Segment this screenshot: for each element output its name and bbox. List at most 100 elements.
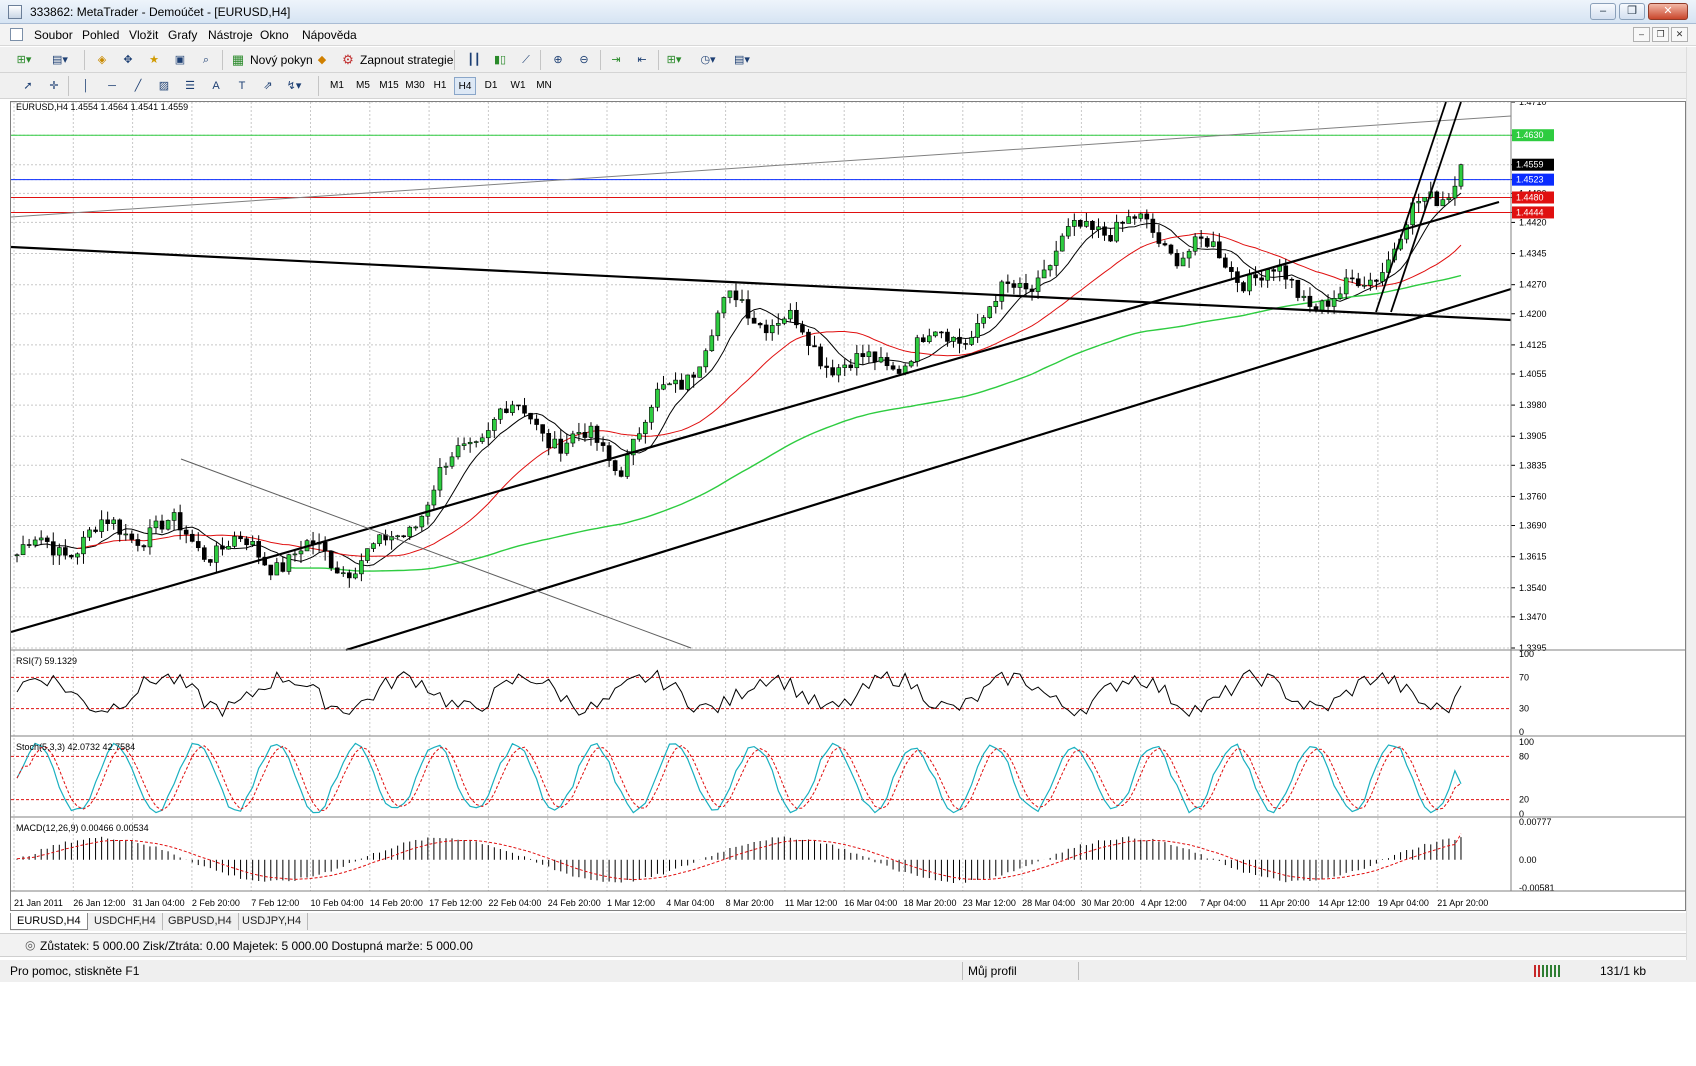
close-button[interactable]: ✕ — [1648, 3, 1688, 20]
bear-candle — [183, 529, 189, 535]
bull-candle — [1180, 257, 1186, 267]
bull-candle — [479, 437, 485, 442]
bull-candle — [1362, 284, 1367, 287]
bear-candle — [1174, 253, 1180, 267]
vertical-line-icon[interactable]: │ — [76, 76, 96, 96]
timeframe-m15[interactable]: M15 — [377, 77, 401, 95]
bear-candle — [800, 324, 805, 333]
bull-candle — [1247, 274, 1252, 292]
bear-candle — [1150, 218, 1156, 233]
price-tick-label: 1.3905 — [1519, 431, 1547, 441]
bull-candle — [1265, 269, 1270, 281]
bull-candle — [81, 536, 86, 555]
tab-usdjpy[interactable]: USDJPY,H4 — [236, 913, 309, 930]
bear-candle — [26, 544, 32, 546]
menu-soubor[interactable]: Soubor — [34, 28, 73, 42]
price-tick-label: 1.4055 — [1519, 369, 1547, 379]
trend-line-icon[interactable]: ╱ — [128, 76, 148, 96]
tab-eurusd[interactable]: EURUSD,H4 — [10, 913, 88, 930]
price-tick-label: 1.3760 — [1519, 491, 1547, 501]
timeframe-h4[interactable]: H4 — [454, 77, 476, 95]
bull-candle — [371, 543, 376, 549]
crosshair-icon[interactable]: ✛ — [44, 76, 64, 96]
chart-shift-icon[interactable]: ⇤ — [632, 50, 652, 70]
menu-nastroje[interactable]: Nástroje — [208, 28, 253, 42]
new-order-button[interactable]: ▦ Nový pokyn — [230, 50, 313, 70]
bar-chart-icon[interactable]: ┃┃ — [464, 50, 484, 70]
bear-candle — [256, 541, 261, 558]
bear-candle — [794, 309, 799, 326]
tester-icon[interactable]: ⌕ — [196, 50, 216, 70]
steep-channel-line — [1390, 102, 1462, 313]
text-label-icon[interactable]: T — [232, 76, 252, 96]
templates-icon[interactable]: ▤▾ — [732, 50, 752, 70]
line-chart-icon[interactable]: ⟋ — [516, 50, 536, 70]
market-watch-icon[interactable]: ◈ — [92, 50, 112, 70]
timeframe-m1[interactable]: M1 — [326, 77, 348, 95]
profiles-icon[interactable]: ▤▾ — [50, 50, 70, 70]
zoom-in-icon[interactable]: ⊕ — [548, 50, 568, 70]
profile-name[interactable]: Můj profil — [968, 964, 1017, 978]
bull-candle — [969, 337, 974, 345]
bull-candle — [564, 442, 570, 454]
timeframe-m30[interactable]: M30 — [403, 77, 427, 95]
bear-candle — [1156, 232, 1162, 244]
menu-pohled[interactable]: Pohled — [82, 28, 119, 42]
bull-candle — [359, 560, 364, 575]
timeframe-mn[interactable]: MN — [533, 77, 555, 95]
mdi-minimize-button[interactable]: – — [1633, 27, 1650, 42]
tab-usdchf[interactable]: USDCHF,H4 — [88, 913, 163, 930]
periods-icon[interactable]: ◷▾ — [698, 50, 718, 70]
chart-window[interactable]: 100 70 30 0 100 80 20 0 0.00777 0.00 -0.00581 1.… — [10, 101, 1687, 912]
new-chart-icon[interactable]: ⊞▾ — [14, 50, 34, 70]
mdi-restore-button[interactable]: ❐ — [1652, 27, 1669, 42]
arrows-icon[interactable]: ⇗ — [258, 76, 278, 96]
text-icon[interactable]: A — [206, 76, 226, 96]
zoom-out-icon[interactable]: ⊖ — [574, 50, 594, 70]
bull-candle — [1126, 216, 1131, 224]
auto-scroll-icon[interactable]: ⇥ — [606, 50, 626, 70]
bull-candle — [782, 318, 787, 324]
bear-candle — [896, 368, 902, 374]
more-objects-icon[interactable]: ↯▾ — [284, 76, 304, 96]
timeframe-d1[interactable]: D1 — [481, 77, 501, 95]
cursor-icon[interactable]: ➚ — [18, 76, 38, 96]
bear-candle — [117, 519, 123, 535]
menu-okno[interactable]: Okno — [260, 28, 289, 42]
bull-candle — [449, 456, 455, 467]
bull-candle — [769, 325, 775, 334]
bull-candle — [498, 408, 503, 420]
bull-candle — [1416, 201, 1421, 204]
horizontal-line-icon[interactable]: ─ — [102, 76, 122, 96]
timeframe-m5[interactable]: M5 — [352, 77, 374, 95]
fibonacci-icon[interactable]: ☰ — [180, 76, 200, 96]
tab-gbpusd[interactable]: GBPUSD,H4 — [162, 913, 239, 930]
data-window-icon[interactable]: ★ — [144, 50, 164, 70]
navigator-icon[interactable]: ✥ — [118, 50, 138, 70]
metaeditor-icon[interactable]: ◆ — [312, 50, 332, 70]
indicators-icon[interactable]: ⊞▾ — [664, 50, 684, 70]
bear-candle — [347, 572, 352, 579]
bear-candle — [890, 365, 896, 370]
terminal-icon[interactable]: ▣ — [170, 50, 190, 70]
mdi-close-button[interactable]: ✕ — [1671, 27, 1688, 42]
price-tick-label: 1.3980 — [1519, 400, 1547, 410]
toolbar-separator — [84, 50, 85, 70]
restore-button[interactable]: ❐ — [1619, 3, 1645, 20]
chart-canvas[interactable]: 10070300 10080200 0.007770.00-0.00581 1.… — [11, 102, 1687, 912]
menu-grafy[interactable]: Grafy — [168, 28, 197, 42]
menu-vlozit[interactable]: Vložit — [129, 28, 158, 42]
bear-candle — [618, 470, 624, 477]
vertical-scrollbar[interactable] — [1686, 47, 1696, 960]
bull-candle — [455, 445, 461, 458]
menu-napoveda[interactable]: Nápověda — [302, 28, 357, 42]
timeframe-w1[interactable]: W1 — [507, 77, 529, 95]
minimize-button[interactable]: – — [1590, 3, 1616, 20]
timeframe-h1[interactable]: H1 — [430, 77, 450, 95]
bull-candle — [649, 406, 654, 423]
time-label: 19 Apr 04:00 — [1378, 898, 1429, 908]
strategy-button[interactable]: ⚙ Zapnout strategie — [340, 50, 453, 70]
time-label: 7 Feb 12:00 — [251, 898, 299, 908]
equidistant-channel-icon[interactable]: ▨ — [154, 76, 174, 96]
candlestick-icon[interactable]: ▮▯ — [490, 50, 510, 70]
